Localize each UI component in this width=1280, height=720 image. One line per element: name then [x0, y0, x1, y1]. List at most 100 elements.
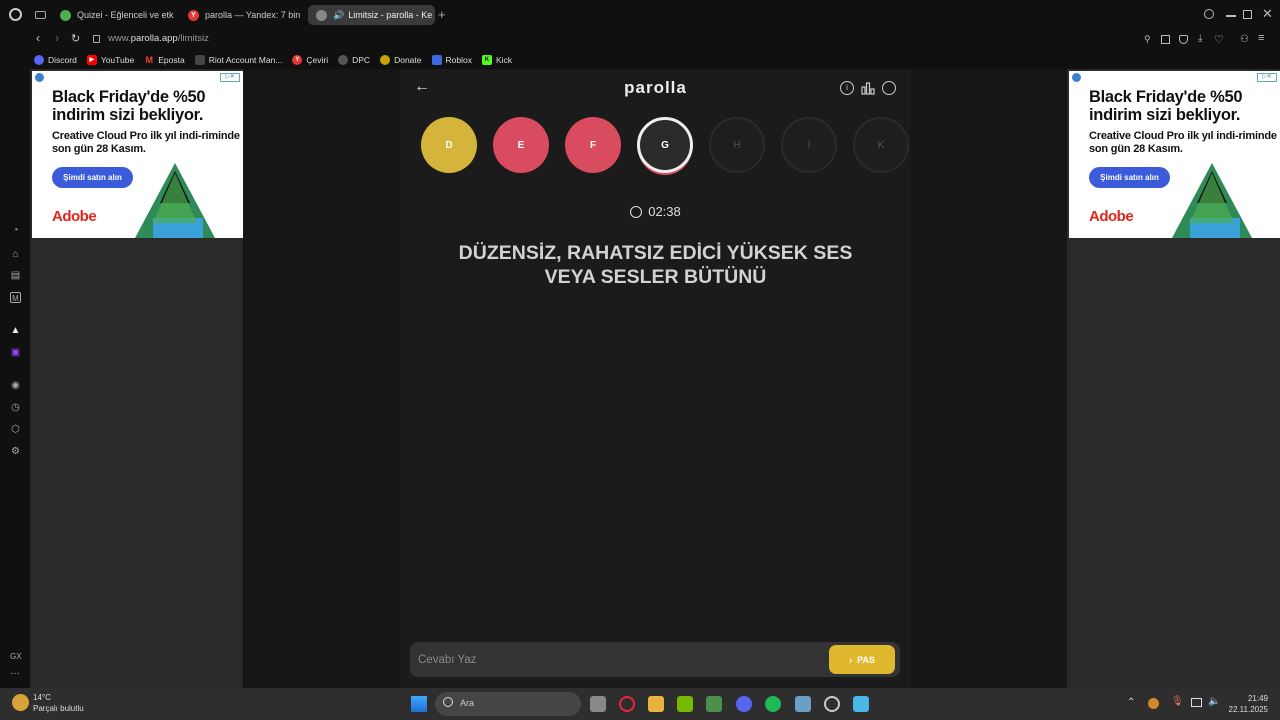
- ad-info-icon[interactable]: [1072, 73, 1081, 82]
- gmail-icon: M: [145, 54, 153, 65]
- easy-setup-icon[interactable]: ≡: [1258, 32, 1264, 44]
- ad-info-icon[interactable]: [35, 73, 44, 82]
- answer-input[interactable]: [418, 650, 818, 670]
- kick-icon: K: [481, 54, 492, 65]
- tab-label: Limitsiz - parolla - Ke: [348, 10, 433, 20]
- close-icon[interactable]: ✕: [1262, 6, 1273, 22]
- reload-icon[interactable]: ↻: [71, 32, 80, 45]
- app-launcher-icon[interactable]: [795, 696, 811, 712]
- weather-widget[interactable]: 14°C Parçalı bulutlu: [33, 692, 84, 714]
- chevron-right-icon: ›: [849, 654, 853, 665]
- lock-icon[interactable]: [93, 35, 100, 43]
- bookmark-youtube[interactable]: ▶ YouTube: [86, 54, 134, 65]
- tab-parolla[interactable]: 🔊 Limitsiz - parolla - Ke: [308, 5, 435, 25]
- game-panel: ← parolla i D E F G H İ K 02:38 DÜZENSİZ…: [400, 69, 911, 688]
- windows-taskbar: 14°C Parçalı bulutlu Ara ⌃ 🎙 🔈 21:49 22.…: [0, 688, 1280, 720]
- snapshot-icon[interactable]: [1161, 35, 1170, 44]
- letter-k: K: [853, 117, 909, 173]
- speaker-icon[interactable]: 🔊: [333, 10, 344, 21]
- riot-icon: [194, 54, 205, 65]
- forward-icon[interactable]: ›: [55, 31, 59, 45]
- adchoices-icon[interactable]: ▷✕: [220, 73, 240, 82]
- letter-e: E: [493, 117, 549, 173]
- steam-icon[interactable]: [824, 696, 840, 712]
- settings-gear-icon[interactable]: ⚙: [10, 446, 21, 457]
- notepad-icon[interactable]: [853, 696, 869, 712]
- task-view-icon[interactable]: [590, 696, 606, 712]
- ad-headline: Black Friday'de %50 indirim sizi bekliyo…: [52, 88, 206, 124]
- ad-subline: Creative Cloud Pro ilk yıl indi-riminde …: [52, 130, 240, 155]
- tab-quizei[interactable]: Quizei - Eğlenceli ve etki: [52, 5, 174, 25]
- pass-button[interactable]: › PAS: [829, 645, 895, 674]
- weather-icon[interactable]: [12, 694, 29, 711]
- profile-icon[interactable]: [882, 81, 896, 95]
- search-icon: [443, 697, 453, 707]
- left-ad-banner[interactable]: ▷✕ Black Friday'de %50 indirim sizi bekl…: [32, 71, 243, 238]
- bookmark-donate[interactable]: Donate: [380, 54, 422, 65]
- right-ad-banner[interactable]: ▷✕ Black Friday'de %50 indirim sizi bekl…: [1069, 71, 1280, 238]
- letter-i: İ: [781, 117, 837, 173]
- tab-islands-icon[interactable]: [35, 11, 46, 19]
- gx-control-icon[interactable]: ◔: [10, 225, 21, 236]
- taskbar-clock[interactable]: 21:49 22.11.2025: [1229, 693, 1268, 715]
- download-icon[interactable]: ⤓: [1198, 33, 1202, 44]
- letter-f: F: [565, 117, 621, 173]
- restore-icon[interactable]: [1243, 10, 1252, 19]
- more-icon[interactable]: ···: [10, 668, 20, 679]
- gx-cleaner-icon[interactable]: ⌂: [10, 249, 21, 260]
- discord-taskbar-icon[interactable]: [736, 696, 752, 712]
- stats-chart-icon[interactable]: [861, 81, 875, 95]
- url-field[interactable]: www.parolla.app/limitsiz: [108, 33, 209, 44]
- tab-label: parolla — Yandex: 7 bin s: [205, 10, 302, 20]
- bookmark-eposta[interactable]: M Eposta: [144, 55, 184, 65]
- gx-label: GX: [10, 652, 22, 661]
- ad-cta-button[interactable]: Şimdi satın alın: [52, 167, 133, 188]
- history-icon[interactable]: ◷: [10, 402, 21, 413]
- vpn-shield-icon[interactable]: [1179, 35, 1188, 44]
- opera-gx-icon[interactable]: [619, 696, 635, 712]
- letter-h: H: [709, 117, 765, 173]
- tray-expand-icon[interactable]: ⌃: [1127, 697, 1135, 708]
- bookmark-roblox[interactable]: Roblox: [431, 54, 472, 65]
- player-icon[interactable]: ◉: [10, 380, 21, 391]
- bookmark-riot[interactable]: Riot Account Man...: [194, 54, 282, 65]
- clock-icon: [630, 206, 643, 218]
- tab-label: Quizei - Eğlenceli ve etki: [77, 10, 174, 20]
- taskbar-search[interactable]: Ara: [435, 692, 581, 716]
- bookmark-dpc[interactable]: DPC: [338, 54, 370, 65]
- minimize-icon[interactable]: [1226, 15, 1236, 17]
- bookmark-kick[interactable]: K Kick: [481, 54, 512, 65]
- microphone-icon[interactable]: 🎙: [1171, 696, 1184, 707]
- back-icon[interactable]: ‹: [36, 31, 40, 45]
- windows-start-icon[interactable]: [411, 696, 427, 712]
- messenger-icon[interactable]: M: [10, 292, 21, 303]
- network-icon[interactable]: [1191, 698, 1202, 707]
- adchoices-icon[interactable]: ▷✕: [1257, 73, 1277, 82]
- opera-menu-icon[interactable]: [9, 8, 22, 21]
- pin-icon[interactable]: ⚲: [1144, 34, 1151, 45]
- search-tabs-icon[interactable]: [1204, 9, 1214, 19]
- twitch-icon[interactable]: ▣: [10, 347, 21, 358]
- tab-yandex[interactable]: Y parolla — Yandex: 7 bin s: [180, 5, 302, 25]
- account-icon[interactable]: ⚇: [1240, 34, 1249, 45]
- youtube-icon: ▶: [86, 54, 97, 65]
- tray-app-icon[interactable]: [1148, 698, 1159, 709]
- browser-tab-bar: Quizei - Eğlenceli ve etki Y parolla — Y…: [0, 0, 1280, 30]
- nvidia-icon[interactable]: [677, 696, 693, 712]
- gx-corner-icon[interactable]: ▤: [10, 270, 21, 281]
- address-bar: ‹ › ↻ www.parolla.app/limitsiz ⚲ ⤓ ♡ ⚇ ≡: [0, 30, 1280, 50]
- aria-icon[interactable]: ▲: [10, 325, 21, 336]
- new-tab-icon[interactable]: +: [438, 7, 446, 22]
- file-explorer-icon[interactable]: [648, 696, 664, 712]
- bookmark-ceviri[interactable]: Y Çeviri: [292, 54, 328, 65]
- ad-cta-button[interactable]: Şimdi satın alın: [1089, 167, 1170, 188]
- bookmark-discord[interactable]: Discord: [34, 54, 77, 65]
- info-icon[interactable]: i: [840, 81, 854, 95]
- spotify-icon[interactable]: [765, 696, 781, 712]
- app-icon[interactable]: [706, 696, 722, 712]
- bookmarks-bar: Discord ▶ YouTube M Eposta Riot Account Ma…: [0, 50, 1280, 69]
- letter-d: D: [421, 117, 477, 173]
- volume-icon[interactable]: 🔈: [1208, 696, 1220, 707]
- favorite-heart-icon[interactable]: ♡: [1214, 33, 1224, 46]
- extensions-icon[interactable]: ⬡: [10, 424, 21, 435]
